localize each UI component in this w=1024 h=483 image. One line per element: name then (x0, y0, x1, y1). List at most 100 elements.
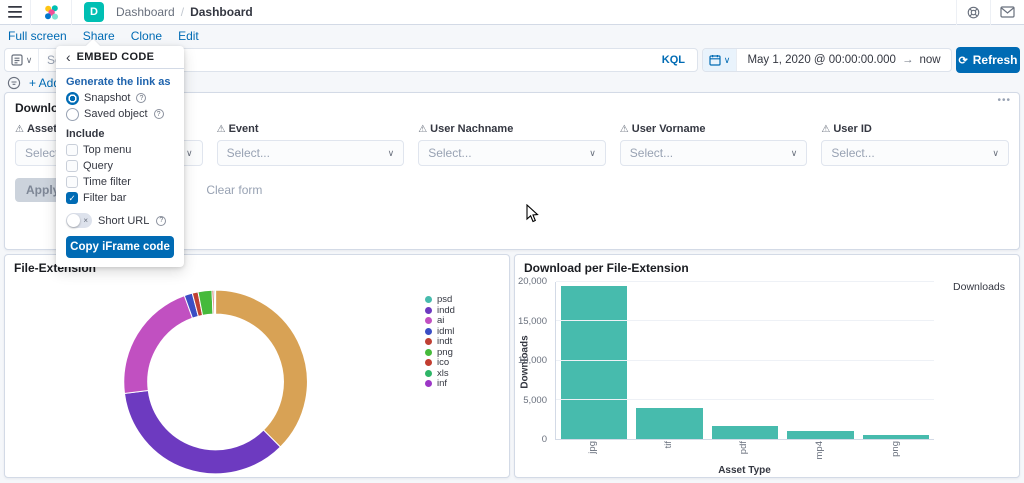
calendar-icon (709, 54, 721, 66)
home-logo-button[interactable] (31, 0, 71, 25)
legend-item-indd[interactable]: indd (425, 306, 455, 315)
date-range-end[interactable]: now (919, 54, 940, 66)
radio-saved-object[interactable]: Saved object? (66, 107, 174, 121)
nav-link-clone[interactable]: Clone (131, 29, 162, 43)
nav-link-share[interactable]: Share (83, 29, 115, 43)
legend-label: psd (437, 295, 452, 304)
warning-icon: ⚠ (418, 124, 427, 135)
chevron-down-icon: ∨ (992, 149, 999, 158)
select-placeholder: Select... (428, 146, 471, 160)
nav-link-full-screen[interactable]: Full screen (8, 29, 67, 43)
back-icon[interactable]: ‹ (66, 50, 71, 64)
short-url-toggle[interactable]: × (66, 213, 92, 228)
checkbox-control[interactable]: ✓ (66, 192, 78, 204)
control-field-user-nachname: ⚠User Nachname Select... ∨ (418, 123, 606, 166)
checkbox-control[interactable] (66, 144, 78, 156)
chevron-down-icon: ∨ (26, 56, 33, 65)
menu-button[interactable] (0, 0, 30, 25)
chevron-down-icon: ∨ (388, 149, 395, 158)
chevron-down-icon: ∨ (589, 149, 596, 158)
filter-menu-icon[interactable] (7, 76, 21, 90)
toggle-knob (67, 214, 80, 227)
legend-dot (425, 349, 432, 356)
legend-item-ai[interactable]: ai (425, 316, 455, 325)
refresh-label: Refresh (973, 53, 1018, 67)
control-select-user-nachname[interactable]: Select... ∨ (418, 140, 606, 166)
bar-band (783, 282, 859, 439)
nav-link-edit[interactable]: Edit (178, 29, 199, 43)
legend-label: xls (437, 369, 449, 378)
page: D Dashboard / Dashboard Full screen Share… (0, 0, 1024, 483)
panel-menu-button[interactable]: ••• (997, 95, 1011, 106)
kql-toggle[interactable]: KQL (650, 54, 697, 66)
popup-title: EMBED CODE (77, 51, 155, 63)
x-tick-label: tif (664, 441, 674, 448)
radio-group: Snapshot? Saved object? (66, 91, 174, 121)
date-quick-select-button[interactable]: ∨ (703, 49, 737, 71)
legend-item-idml[interactable]: idml (425, 327, 455, 336)
radio-snapshot[interactable]: Snapshot? (66, 91, 174, 105)
radio-label: Snapshot (84, 92, 130, 104)
bar-mp4 (787, 431, 854, 439)
control-select-user-vorname[interactable]: Select...∨ (620, 140, 808, 166)
date-range-start[interactable]: May 1, 2020 @ 00:00:00.000 (747, 54, 896, 66)
legend-item-indt[interactable]: indt (425, 337, 455, 346)
bar-jpg (561, 286, 628, 439)
checkbox-query[interactable]: Query (66, 159, 174, 173)
chevron-down-icon: ∨ (724, 56, 731, 65)
control-select-event[interactable]: Select...∨ (217, 140, 405, 166)
clear-form-link[interactable]: Clear form (206, 183, 262, 197)
warning-icon: ⚠ (821, 124, 830, 135)
x-tick-label: jpg (588, 441, 598, 454)
control-field-text: Event (229, 123, 259, 135)
y-tick-label: 10,000 (514, 356, 547, 366)
donut-chart-panel: File-Extension psdinddaiidmlindtpngicoxl… (4, 254, 510, 478)
control-select-user-id[interactable]: Select...∨ (821, 140, 1009, 166)
legend-dot (939, 283, 948, 292)
newsfeed-button[interactable] (990, 0, 1024, 25)
breadcrumb-separator: / (181, 5, 184, 19)
copy-iframe-button[interactable]: Copy iFrame code (66, 236, 174, 258)
control-field-label: ⚠User Nachname (418, 123, 606, 135)
refresh-button[interactable]: ⟳ Refresh (956, 47, 1020, 73)
legend-item-png[interactable]: png (425, 348, 455, 357)
charts-row: File-Extension psdinddaiidmlindtpngicoxl… (4, 254, 1020, 478)
breadcrumb-parent[interactable]: Dashboard (116, 5, 175, 19)
checkbox-filter-bar[interactable]: ✓Filter bar (66, 191, 174, 205)
checkbox-control[interactable] (66, 176, 78, 188)
date-picker: ∨ May 1, 2020 @ 00:00:00.000 → now (702, 48, 952, 72)
legend-item-ico[interactable]: ico (425, 358, 455, 367)
radio-control[interactable] (66, 92, 79, 105)
panel-title: Download per File-Extension (524, 261, 689, 275)
legend-dot (425, 370, 432, 377)
top-bar: D Dashboard / Dashboard (0, 0, 1024, 25)
refresh-icon: ⟳ (959, 54, 968, 67)
bar-legend-item[interactable]: Downloads (939, 281, 1005, 293)
checkbox-time-filter[interactable]: Time filter (66, 175, 174, 189)
help-button[interactable] (956, 0, 990, 25)
space-badge[interactable]: D (84, 2, 104, 22)
popup-header: ‹ EMBED CODE (56, 46, 184, 69)
control-field-event: ⚠EventSelect...∨ (217, 123, 405, 166)
legend-label: indt (437, 337, 452, 346)
warning-icon: ⚠ (620, 124, 629, 135)
arrow-right-icon: → (902, 54, 914, 66)
help-icon: ? (136, 93, 146, 103)
legend-item-inf[interactable]: inf (425, 379, 455, 388)
legend-item-xls[interactable]: xls (425, 369, 455, 378)
bar-band (858, 282, 934, 439)
legend-label: ico (437, 358, 449, 367)
checkbox-control[interactable] (66, 160, 78, 172)
checkbox-top-menu[interactable]: Top menu (66, 143, 174, 157)
radio-control[interactable] (66, 108, 79, 121)
menu-icon (8, 6, 22, 18)
popup-body: Generate the link as Snapshot?Saved obje… (56, 69, 184, 267)
legend-item-psd[interactable]: psd (425, 295, 455, 304)
y-tick-label: 20,000 (514, 277, 547, 287)
checkbox-label: Time filter (83, 176, 131, 188)
dashboard-toolbar: Full screen Share Clone Edit (0, 25, 1024, 46)
breadcrumb-current: Dashboard (190, 5, 253, 19)
date-range-display[interactable]: May 1, 2020 @ 00:00:00.000 → now (737, 54, 951, 66)
chevron-down-icon: ∨ (186, 149, 193, 158)
saved-query-button[interactable]: ∨ (5, 49, 39, 71)
